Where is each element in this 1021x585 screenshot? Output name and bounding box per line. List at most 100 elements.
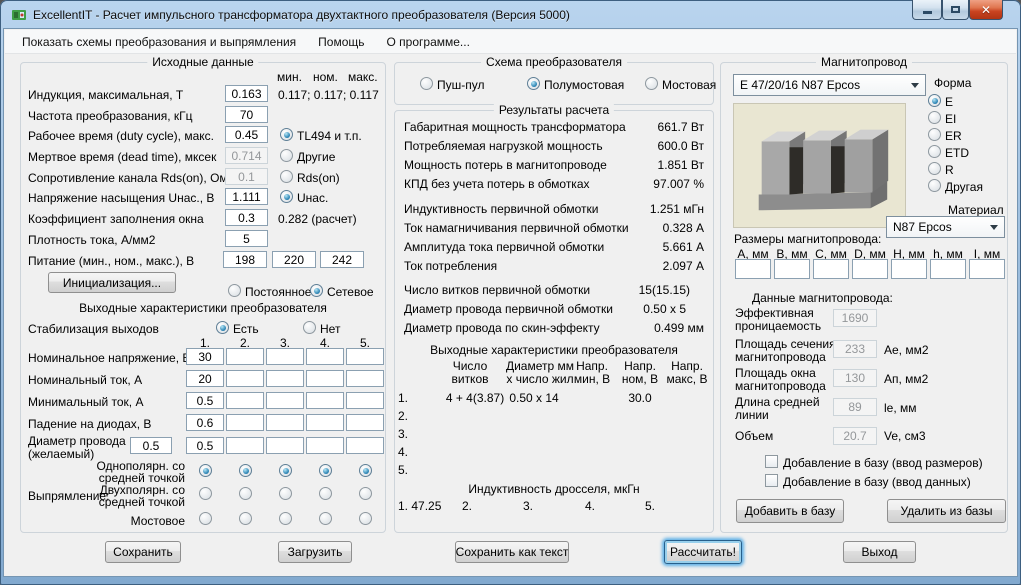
core-select-combo[interactable]: E 47/20/16 N87 Epcos xyxy=(733,74,926,96)
radio-rect-bipolar-4[interactable] xyxy=(319,487,332,500)
choke-item-4: 4. xyxy=(585,499,596,513)
grid-cell[interactable] xyxy=(266,370,304,387)
grid-cell[interactable] xyxy=(266,414,304,431)
size-input-i[interactable] xyxy=(969,259,1005,279)
radio-other-driver[interactable] xyxy=(280,149,293,162)
radio-rect-bridge-3[interactable] xyxy=(279,512,292,525)
radio-shape-etd[interactable] xyxy=(928,145,941,158)
menu-show-schemes[interactable]: Показать схемы преобразования и выпрямле… xyxy=(11,31,307,53)
path-length-unit: le, мм xyxy=(884,401,917,415)
size-input-b[interactable] xyxy=(774,259,810,279)
radio-rect-bipolar-5[interactable] xyxy=(359,487,372,500)
grid-cell[interactable]: 0.6 xyxy=(186,414,224,431)
radio-usat[interactable] xyxy=(280,190,293,203)
add-to-db-button[interactable]: Добавить в базу xyxy=(736,499,844,523)
radio-shape-other[interactable] xyxy=(928,179,941,192)
radio-dc-supply[interactable] xyxy=(228,284,241,297)
radio-rect-unipolar-4[interactable] xyxy=(319,464,332,477)
grid-cell[interactable] xyxy=(346,392,384,409)
radio-rect-bipolar-2[interactable] xyxy=(239,487,252,500)
supply-max-input[interactable]: 242 xyxy=(320,251,364,268)
grid-cell[interactable] xyxy=(346,348,384,365)
size-input-h[interactable] xyxy=(891,259,927,279)
grid-cell[interactable] xyxy=(306,414,344,431)
material-combo[interactable]: N87 Epcos xyxy=(886,216,1005,238)
save-as-text-button[interactable]: Сохранить как текст xyxy=(455,541,569,563)
grid-cell[interactable]: 0.5 xyxy=(186,392,224,409)
menu-help[interactable]: Помощь xyxy=(307,31,375,53)
th-umax-1: Напр. xyxy=(671,359,703,373)
radio-shape-ei[interactable] xyxy=(928,111,941,124)
grid-cell[interactable] xyxy=(266,437,304,454)
usat-input[interactable]: 1.111 xyxy=(225,188,268,205)
radio-pushpull[interactable] xyxy=(420,77,433,90)
duty-input[interactable]: 0.45 xyxy=(225,126,268,143)
radio-stab-no[interactable] xyxy=(303,321,316,334)
radio-bridge[interactable] xyxy=(645,77,658,90)
radio-halfbridge[interactable] xyxy=(527,77,540,90)
radio-rect-bipolar-3[interactable] xyxy=(279,487,292,500)
radio-rect-bridge-4[interactable] xyxy=(319,512,332,525)
maximize-button[interactable] xyxy=(942,0,969,20)
wire-diameter-input[interactable]: 0.5 xyxy=(130,437,172,454)
radio-rect-bridge-5[interactable] xyxy=(359,512,372,525)
save-button[interactable]: Сохранить xyxy=(105,541,181,563)
checkbox-add-sizes[interactable] xyxy=(765,455,778,468)
grid-cell[interactable]: 0.5 xyxy=(186,437,224,454)
grid-cell[interactable] xyxy=(226,348,264,365)
grid-cell[interactable]: 30 xyxy=(186,348,224,365)
induction-input[interactable]: 0.163 xyxy=(225,85,268,102)
grid-cell[interactable] xyxy=(226,414,264,431)
grid-cell[interactable] xyxy=(266,392,304,409)
grid-cell[interactable] xyxy=(306,348,344,365)
rect-bridge-label: Мостовое xyxy=(130,514,185,528)
grid-cell[interactable] xyxy=(226,392,264,409)
grid-cell[interactable]: 20 xyxy=(186,370,224,387)
size-input-a[interactable] xyxy=(735,259,771,279)
radio-rect-unipolar-2[interactable] xyxy=(239,464,252,477)
result-value: 600.0 Вт xyxy=(657,139,704,153)
radio-rect-bipolar-1[interactable] xyxy=(199,487,212,500)
load-button[interactable]: Загрузить xyxy=(278,541,352,563)
supply-nom-input[interactable]: 220 xyxy=(272,251,316,268)
size-input-c[interactable] xyxy=(813,259,849,279)
grid-cell[interactable] xyxy=(266,348,304,365)
exit-button[interactable]: Выход xyxy=(843,541,916,563)
minimize-button[interactable] xyxy=(912,0,942,20)
size-input-h2[interactable] xyxy=(930,259,966,279)
radio-rect-bridge-1[interactable] xyxy=(199,512,212,525)
radio-rect-unipolar-5[interactable] xyxy=(359,464,372,477)
grid-cell[interactable] xyxy=(226,437,264,454)
grid-cell[interactable] xyxy=(226,370,264,387)
frequency-input[interactable]: 70 xyxy=(225,106,268,123)
fill-factor-input[interactable]: 0.3 xyxy=(225,209,268,226)
supply-min-input[interactable]: 198 xyxy=(223,251,267,268)
grid-cell[interactable] xyxy=(346,414,384,431)
radio-shape-e[interactable] xyxy=(928,94,941,107)
grid-cell[interactable] xyxy=(306,392,344,409)
radio-ac-supply[interactable] xyxy=(310,284,323,297)
radio-rdson[interactable] xyxy=(280,170,293,183)
menu-about[interactable]: О программе... xyxy=(376,31,481,53)
current-density-input[interactable]: 5 xyxy=(225,230,268,247)
close-button[interactable]: ✕ xyxy=(969,0,1003,20)
grid-cell[interactable] xyxy=(346,370,384,387)
checkbox-add-data[interactable] xyxy=(765,474,778,487)
radio-rect-bridge-2[interactable] xyxy=(239,512,252,525)
grid-cell[interactable] xyxy=(306,370,344,387)
radio-rect-unipolar-1[interactable] xyxy=(199,464,212,477)
grid-cell[interactable] xyxy=(346,437,384,454)
size-input-d[interactable] xyxy=(852,259,888,279)
menu-bar: Показать схемы преобразования и выпрямле… xyxy=(5,30,1016,54)
radio-shape-other-label: Другая xyxy=(945,180,983,194)
grid-cell[interactable] xyxy=(306,437,344,454)
radio-rect-unipolar-3[interactable] xyxy=(279,464,292,477)
remove-from-db-button[interactable]: Удалить из базы xyxy=(887,499,1006,523)
init-button[interactable]: Инициализация... xyxy=(48,272,176,293)
radio-tl494[interactable] xyxy=(280,128,293,141)
radio-shape-r[interactable] xyxy=(928,162,941,175)
calculate-button[interactable]: Рассчитать! xyxy=(664,540,742,564)
radio-stab-yes[interactable] xyxy=(216,321,229,334)
core-area-label1: Площадь сечения xyxy=(735,337,836,351)
radio-shape-er[interactable] xyxy=(928,128,941,141)
